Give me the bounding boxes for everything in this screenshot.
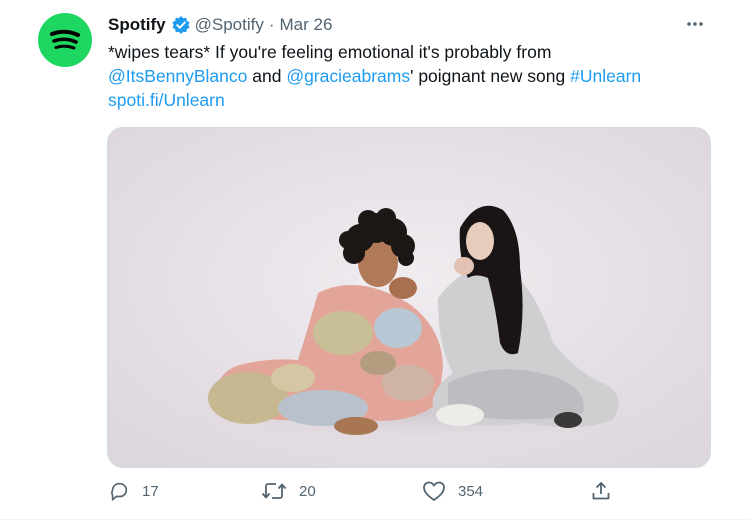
like-count: 354 xyxy=(458,482,484,500)
like-icon xyxy=(423,481,445,501)
tweet-date[interactable]: Mar 26 xyxy=(280,15,333,35)
tweet-actions-bar: 17 20 354 xyxy=(108,480,628,506)
tweet-text: *wipes tears* If you're feeling emotiona… xyxy=(108,40,708,112)
reply-count: 17 xyxy=(142,482,159,500)
tweet-text-line-1: *wipes tears* If you're feeling emotiona… xyxy=(108,42,552,62)
like-button[interactable]: 354 xyxy=(422,480,483,502)
more-options-button[interactable] xyxy=(684,16,706,34)
mention-link-gracie-abrams[interactable]: @gracieabrams xyxy=(286,66,410,86)
header-separator: · xyxy=(268,15,275,34)
text-fragment-and: and xyxy=(247,66,287,86)
share-icon xyxy=(592,482,610,500)
hashtag-link-unlearn[interactable]: #Unlearn xyxy=(570,66,641,86)
retweet-button[interactable]: 20 xyxy=(261,480,316,502)
tweet-media-image[interactable] xyxy=(107,127,711,468)
url-link[interactable]: spoti.fi/Unlearn xyxy=(108,90,225,110)
mention-link-benny-blanco[interactable]: @ItsBennyBlanco xyxy=(108,66,247,86)
author-name[interactable]: Spotify xyxy=(108,15,166,35)
verified-badge-icon xyxy=(171,15,191,35)
avatar[interactable] xyxy=(38,13,92,67)
author-handle[interactable]: @Spotify xyxy=(195,15,264,35)
reply-icon xyxy=(111,482,128,501)
retweet-count: 20 xyxy=(299,482,316,500)
spotify-logo-icon xyxy=(50,29,80,50)
more-options-icon xyxy=(687,22,703,26)
reply-button[interactable]: 17 xyxy=(108,480,159,502)
share-button[interactable] xyxy=(591,480,611,502)
photo-illustration xyxy=(108,128,710,467)
tweet-header: Spotify @Spotify · Mar 26 xyxy=(108,13,332,37)
tweet-text-line-2: @ItsBennyBlanco and @gracieabrams' poign… xyxy=(108,64,708,88)
text-fragment-song: ' poignant new song xyxy=(410,66,571,86)
retweet-icon xyxy=(261,483,287,499)
